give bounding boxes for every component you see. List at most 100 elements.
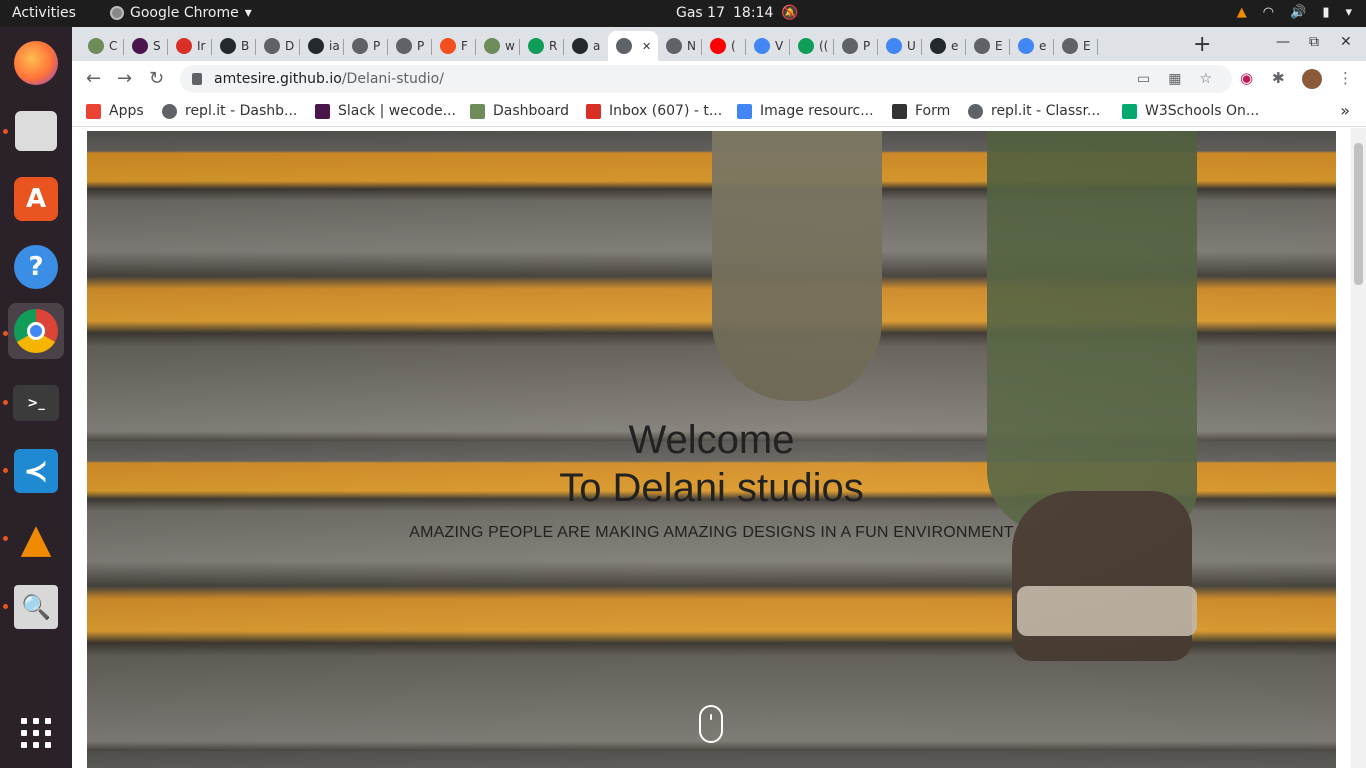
tab[interactable]: ( xyxy=(702,31,746,61)
bookmark-label: Form xyxy=(915,103,951,119)
tab[interactable]: B xyxy=(212,31,256,61)
tab[interactable]: R xyxy=(520,31,564,61)
github-icon xyxy=(572,38,588,54)
tab[interactable]: a xyxy=(564,31,608,61)
vscode-icon: ≺ xyxy=(14,449,58,493)
profile-avatar[interactable] xyxy=(1302,69,1322,89)
tab-label: P xyxy=(417,39,425,53)
page-scrollbar[interactable] xyxy=(1351,128,1366,768)
system-tray[interactable]: ▲ ◠ 🔊 ▮ ▾ xyxy=(1237,5,1352,20)
close-window-button[interactable]: ✕ xyxy=(1340,34,1352,50)
dock-software[interactable]: A xyxy=(8,171,64,227)
bookmarks-overflow-icon[interactable]: » xyxy=(1340,101,1350,120)
scrollbar-thumb[interactable] xyxy=(1354,143,1363,285)
tab-label: P xyxy=(373,39,381,53)
dock-vlc[interactable]: ▲ xyxy=(8,511,64,567)
minimize-button[interactable]: — xyxy=(1276,34,1290,50)
clock[interactable]: Gas 17 18:14 🔕 xyxy=(676,5,799,21)
tab[interactable]: e xyxy=(1010,31,1054,61)
tab-label: ia xyxy=(329,39,340,53)
tab-label: F xyxy=(461,39,468,53)
new-tab-button[interactable]: + xyxy=(1193,32,1211,57)
tab[interactable]: N xyxy=(658,31,702,61)
activities-button[interactable]: Activities xyxy=(12,5,76,21)
tab[interactable]: (( xyxy=(790,31,834,61)
restore-button[interactable]: ⧉ xyxy=(1309,34,1319,50)
back-button[interactable]: ← xyxy=(86,68,101,89)
bookmark-item[interactable]: W3Schools On... xyxy=(1122,103,1259,119)
bookmark-item[interactable]: Inbox (607) - t... xyxy=(586,103,722,119)
replit-icon xyxy=(162,103,177,119)
qr-code-icon[interactable]: ▦ xyxy=(1168,71,1181,87)
extension-color-icon[interactable]: ◉ xyxy=(1240,69,1253,87)
chrome-icon xyxy=(110,6,124,20)
clock-date: Gas 17 xyxy=(676,5,725,21)
github-icon xyxy=(308,38,324,54)
tab[interactable]: E xyxy=(1054,31,1098,61)
forward-button[interactable]: → xyxy=(117,68,132,89)
tab[interactable]: P xyxy=(834,31,878,61)
bookmark-item[interactable]: Form xyxy=(892,103,950,119)
address-bar[interactable]: amtesire.github.io/Delani-studio/ ▭ ▦ ☆ xyxy=(180,65,1232,93)
tab[interactable]: V xyxy=(746,31,790,61)
tab[interactable]: e xyxy=(922,31,966,61)
tab[interactable]: S xyxy=(124,31,168,61)
close-tab-icon[interactable]: ✕ xyxy=(642,40,651,53)
chevron-down-icon: ▾ xyxy=(244,5,252,21)
tab[interactable]: E xyxy=(966,31,1010,61)
tab-active[interactable]: ✕ xyxy=(608,31,658,61)
tab[interactable]: w xyxy=(476,31,520,61)
vlc-tray-icon[interactable]: ▲ xyxy=(1237,5,1247,20)
dock-help[interactable]: ? xyxy=(8,239,64,295)
dock-files[interactable] xyxy=(8,103,64,159)
youtube-icon xyxy=(710,38,726,54)
tab[interactable]: F xyxy=(432,31,476,61)
show-applications[interactable] xyxy=(8,705,64,761)
bookmark-item[interactable]: repl.it - Classr... xyxy=(968,103,1100,119)
lock-icon[interactable] xyxy=(192,73,202,85)
hero-section: Welcome To Delani studios AMAZING PEOPLE… xyxy=(87,131,1336,768)
dock-terminal[interactable]: >_ xyxy=(8,375,64,431)
wifi-icon: ◠ xyxy=(1262,5,1275,20)
terminal-icon: >_ xyxy=(13,385,59,421)
cast-icon[interactable]: ▭ xyxy=(1137,71,1150,87)
globe-icon xyxy=(1062,38,1078,54)
bookmark-label: repl.it - Dashb... xyxy=(185,103,298,119)
tab[interactable]: D xyxy=(256,31,300,61)
tab[interactable]: P xyxy=(344,31,388,61)
dock-firefox[interactable] xyxy=(8,35,64,91)
browser-menu-icon[interactable]: ⋮ xyxy=(1338,69,1353,87)
replit-icon xyxy=(968,103,983,119)
globe-icon xyxy=(352,38,368,54)
bookmark-star-icon[interactable]: ☆ xyxy=(1199,71,1212,87)
page-viewport: Welcome To Delani studios AMAZING PEOPLE… xyxy=(72,128,1366,768)
tab[interactable]: P xyxy=(388,31,432,61)
extensions-puzzle-icon[interactable]: ✱ xyxy=(1272,69,1285,87)
app-menu[interactable]: Google Chrome ▾ xyxy=(110,5,252,21)
bookmark-label: Inbox (607) - t... xyxy=(609,103,723,119)
bookmark-item[interactable]: repl.it - Dashb... xyxy=(162,103,297,119)
bookmark-item[interactable]: Apps xyxy=(86,103,144,119)
dock-magnifier[interactable]: 🔍 xyxy=(8,579,64,635)
dock-vscode[interactable]: ≺ xyxy=(8,443,64,499)
tab-label: B xyxy=(241,39,250,53)
figma-icon xyxy=(440,38,456,54)
tab[interactable]: ia xyxy=(300,31,344,61)
bookmark-label: Apps xyxy=(109,103,144,119)
hero-title-line1: Welcome xyxy=(628,418,795,462)
diamond-icon xyxy=(754,38,770,54)
app-menu-label: Google Chrome xyxy=(130,5,239,21)
tab[interactable]: U xyxy=(878,31,922,61)
reload-button[interactable]: ↻ xyxy=(149,68,164,89)
browser-toolbar: ← → ↻ amtesire.github.io/Delani-studio/ … xyxy=(72,61,1366,97)
form-icon xyxy=(892,103,907,119)
tab[interactable]: C xyxy=(80,31,124,61)
bookmark-item[interactable]: Dashboard xyxy=(470,103,569,119)
bookmark-item[interactable]: Slack | wecode... xyxy=(315,103,456,119)
tab-label: R xyxy=(549,39,558,53)
dock-chrome[interactable] xyxy=(8,303,64,359)
tab[interactable]: Ir xyxy=(168,31,212,61)
scroll-down-mouse-icon[interactable] xyxy=(699,705,723,743)
bookmark-item[interactable]: Image resourc... xyxy=(737,103,874,119)
tab-label: E xyxy=(995,39,1003,53)
